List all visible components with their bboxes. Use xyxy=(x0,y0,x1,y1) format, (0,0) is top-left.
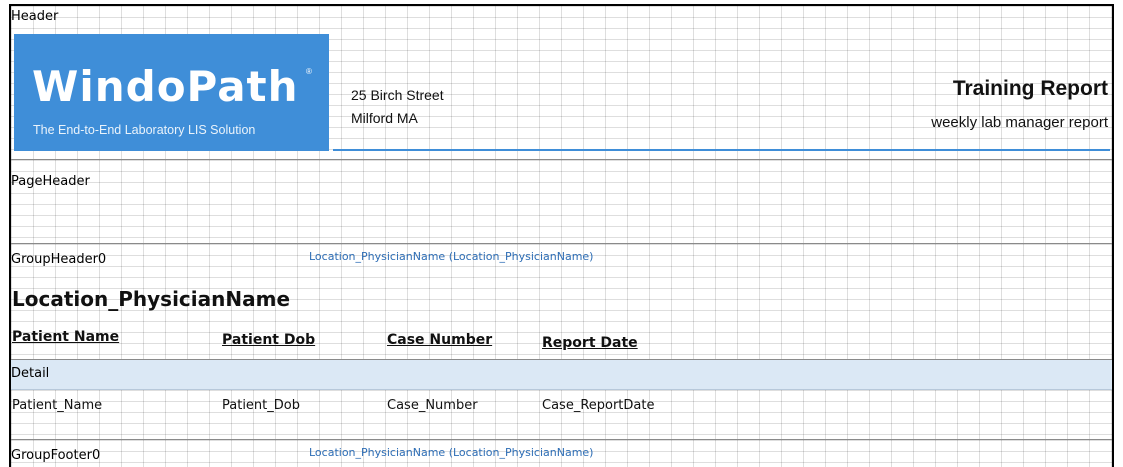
detail-field-case-number[interactable]: Case_Number xyxy=(387,398,478,413)
windopath-logo[interactable]: WindoPath ® The End-to-End Laboratory LI… xyxy=(14,34,329,151)
report-title[interactable]: Training Report xyxy=(953,77,1108,101)
report-designer-surface: Header WindoPath ® The End-to-End Labora… xyxy=(9,4,1114,467)
detail-field-patient-dob[interactable]: Patient_Dob xyxy=(222,398,300,413)
group-footer-binding[interactable]: Location_PhysicianName (Location_Physici… xyxy=(309,446,593,459)
page-header-band[interactable]: PageHeader xyxy=(11,160,1112,243)
column-header-report-date[interactable]: Report Date xyxy=(542,335,638,351)
logo-tagline: The End-to-End Laboratory LIS Solution xyxy=(33,123,256,137)
header-band-label: Header xyxy=(11,9,59,24)
address-line-2[interactable]: Milford MA xyxy=(351,110,418,126)
group-header-band[interactable]: GroupHeader0 Location_PhysicianName (Loc… xyxy=(11,244,1112,359)
column-header-case-number[interactable]: Case Number xyxy=(387,332,492,348)
group-footer-band[interactable]: GroupFooter0 Location_PhysicianName (Loc… xyxy=(11,440,1112,467)
column-header-patient-dob[interactable]: Patient Dob xyxy=(222,332,315,348)
logo-wordmark: WindoPath xyxy=(32,62,299,111)
group-header-band-label: GroupHeader0 xyxy=(11,252,107,267)
group-footer-band-label: GroupFooter0 xyxy=(11,448,101,463)
report-subtitle[interactable]: weekly lab manager report xyxy=(931,114,1108,131)
detail-band-bar[interactable]: Detail xyxy=(11,360,1112,390)
group-header-binding[interactable]: Location_PhysicianName (Location_Physici… xyxy=(309,250,593,263)
detail-field-report-date[interactable]: Case_ReportDate xyxy=(542,398,654,413)
page-header-band-label: PageHeader xyxy=(11,174,90,189)
detail-field-patient-name[interactable]: Patient_Name xyxy=(12,398,102,413)
column-header-patient-name[interactable]: Patient Name xyxy=(12,329,119,345)
address-line-1[interactable]: 25 Birch Street xyxy=(351,87,444,103)
detail-band[interactable]: Patient_Name Patient_Dob Case_Number Cas… xyxy=(11,390,1112,439)
detail-band-label: Detail xyxy=(11,366,50,381)
header-band[interactable]: Header WindoPath ® The End-to-End Labora… xyxy=(11,6,1112,159)
logo-trademark: ® xyxy=(306,67,312,76)
header-accent-line xyxy=(333,149,1110,151)
group-title-field[interactable]: Location_PhysicianName xyxy=(12,287,290,311)
